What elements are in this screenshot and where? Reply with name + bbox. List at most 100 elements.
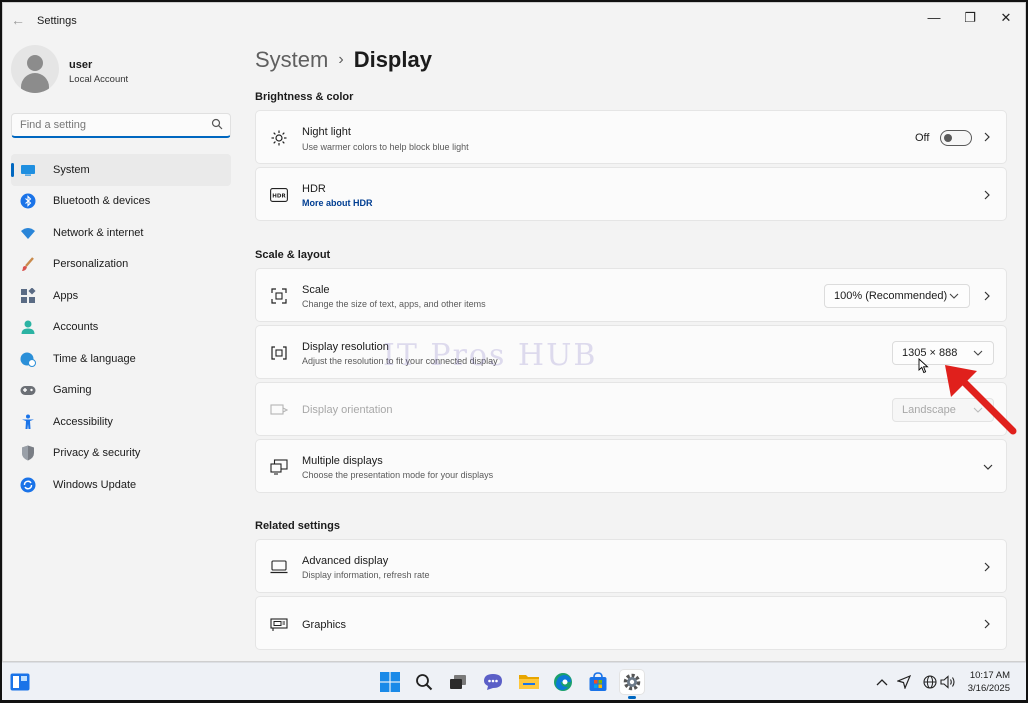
sidebar-item-accounts[interactable]: Accounts [11, 312, 231, 344]
sidebar-item-gaming[interactable]: Gaming [11, 375, 231, 407]
globe-clock-icon [19, 350, 37, 368]
sidebar-item-system[interactable]: System [11, 154, 231, 186]
user-role: Local Account [69, 74, 129, 85]
clock-date: 3/16/2025 [967, 683, 1010, 694]
gamepad-icon [19, 381, 37, 399]
start-icon[interactable] [378, 670, 402, 694]
update-icon [19, 476, 37, 494]
search-icon[interactable] [211, 118, 223, 130]
graphics-card[interactable]: Graphics [255, 596, 1007, 650]
app-title: Settings [37, 15, 77, 27]
night-light-state-label: Off [915, 132, 930, 144]
title-bar: ← Settings — ❐ ✕ [3, 3, 1025, 37]
scale-dropdown-value: 100% (Recommended) [834, 290, 948, 302]
sidebar-item-label: Accessibility [53, 415, 113, 428]
search-icon[interactable] [412, 670, 436, 694]
apps-icon [19, 287, 37, 305]
chevron-up-icon[interactable] [874, 674, 890, 690]
chevron-down-icon [949, 293, 959, 299]
taskbar-clock[interactable]: 10:17 AM 3/16/2025 [968, 669, 1010, 695]
location-icon[interactable] [896, 674, 912, 690]
breadcrumb-parent[interactable]: System [255, 47, 328, 72]
resolution-dropdown-value: 1305 × 888 [902, 347, 958, 359]
night-light-title: Night light [302, 126, 351, 138]
scale-icon [270, 287, 288, 305]
monitor-icon [270, 558, 288, 576]
scale-card[interactable]: Scale Change the size of text, apps, and… [255, 268, 1007, 322]
file-explorer-icon[interactable] [517, 670, 541, 694]
sidebar-item-label: Windows Update [53, 478, 137, 491]
clock-time: 10:17 AM [969, 670, 1010, 681]
minimize-button[interactable]: — [917, 7, 951, 29]
sidebar-item-label: Time & language [53, 352, 136, 365]
orientation-icon [270, 401, 288, 419]
network-globe-icon[interactable] [922, 674, 938, 690]
scale-dropdown[interactable]: 100% (Recommended) [824, 284, 970, 308]
toggle-knob [944, 134, 952, 142]
multiple-displays-card[interactable]: Multiple displays Choose the presentatio… [255, 439, 1007, 493]
volume-icon[interactable] [940, 674, 956, 690]
night-light-toggle[interactable] [940, 130, 972, 146]
sidebar-item-apps[interactable]: Apps [11, 280, 231, 312]
resolution-dropdown[interactable]: 1305 × 888 [892, 341, 994, 365]
sidebar-item-network[interactable]: Network & internet [11, 217, 231, 249]
hdr-card[interactable]: HDR HDR More about HDR [255, 167, 1007, 221]
store-icon[interactable] [586, 670, 610, 694]
shield-icon [19, 444, 37, 462]
maximize-button[interactable]: ❐ [953, 7, 987, 29]
widgets-icon[interactable] [8, 670, 32, 694]
search-box[interactable] [11, 113, 231, 138]
monitor-icon [19, 161, 37, 179]
accessibility-icon [19, 413, 37, 431]
sidebar-item-windows-update[interactable]: Windows Update [11, 469, 231, 501]
sidebar-item-label: Apps [53, 289, 79, 302]
close-button[interactable]: ✕ [989, 7, 1023, 29]
task-view-icon[interactable] [446, 670, 470, 694]
advanced-display-title: Advanced display [302, 555, 389, 567]
section-related-settings: Related settings [255, 520, 340, 532]
chevron-right-icon [984, 132, 990, 142]
chevron-right-icon [984, 291, 990, 301]
annotation-arrow [945, 365, 1017, 435]
edge-icon[interactable] [551, 670, 575, 694]
advanced-display-subtitle: Display information, refresh rate [302, 570, 430, 580]
watermark: IT Pros HUB [383, 338, 598, 373]
page-title: Display [353, 47, 432, 72]
taskbar: 10:17 AM 3/16/2025 [2, 662, 1026, 700]
advanced-display-card[interactable]: Advanced display Display information, re… [255, 539, 1007, 593]
night-light-subtitle: Use warmer colors to help block blue lig… [302, 142, 469, 152]
display-orientation-title: Display orientation [302, 404, 393, 416]
sidebar-nav: System Bluetooth & devices Network & int… [11, 154, 231, 501]
sidebar-item-label: System [53, 163, 90, 176]
section-brightness-color: Brightness & color [255, 91, 354, 103]
back-button[interactable]: ← [9, 11, 27, 29]
night-light-card[interactable]: Night light Use warmer colors to help bl… [255, 110, 1007, 164]
avatar [11, 45, 59, 93]
sidebar-item-label: Gaming [53, 384, 92, 397]
sidebar-item-privacy[interactable]: Privacy & security [11, 438, 231, 470]
wifi-icon [19, 224, 37, 242]
settings-icon[interactable] [620, 670, 644, 699]
sidebar-item-label: Privacy & security [53, 447, 141, 460]
hdr-icon: HDR [270, 186, 288, 204]
chevron-down-icon[interactable] [982, 462, 994, 472]
display-orientation-card: Display orientation Landscape [255, 382, 1007, 436]
hdr-more-link[interactable]: More about HDR [302, 198, 373, 208]
sidebar-item-label: Bluetooth & devices [53, 195, 151, 208]
sidebar-item-bluetooth[interactable]: Bluetooth & devices [11, 186, 231, 218]
brush-icon [19, 255, 37, 273]
section-scale-layout: Scale & layout [255, 249, 331, 261]
sidebar-item-personalization[interactable]: Personalization [11, 249, 231, 281]
multiple-displays-title: Multiple displays [302, 455, 383, 467]
hdr-title: HDR [302, 183, 326, 195]
graphics-title: Graphics [302, 619, 347, 631]
sidebar-item-time-language[interactable]: Time & language [11, 343, 231, 375]
multiple-displays-subtitle: Choose the presentation mode for your di… [302, 470, 494, 480]
account-profile[interactable]: user Local Account [11, 45, 231, 101]
search-input[interactable] [20, 117, 200, 133]
chevron-right-icon [984, 562, 990, 572]
chat-icon[interactable] [481, 670, 505, 694]
sidebar-item-accessibility[interactable]: Accessibility [11, 406, 231, 438]
display-resolution-title: Display resolution [302, 341, 389, 353]
display-resolution-card: Display resolution Adjust the resolution… [255, 325, 1007, 379]
